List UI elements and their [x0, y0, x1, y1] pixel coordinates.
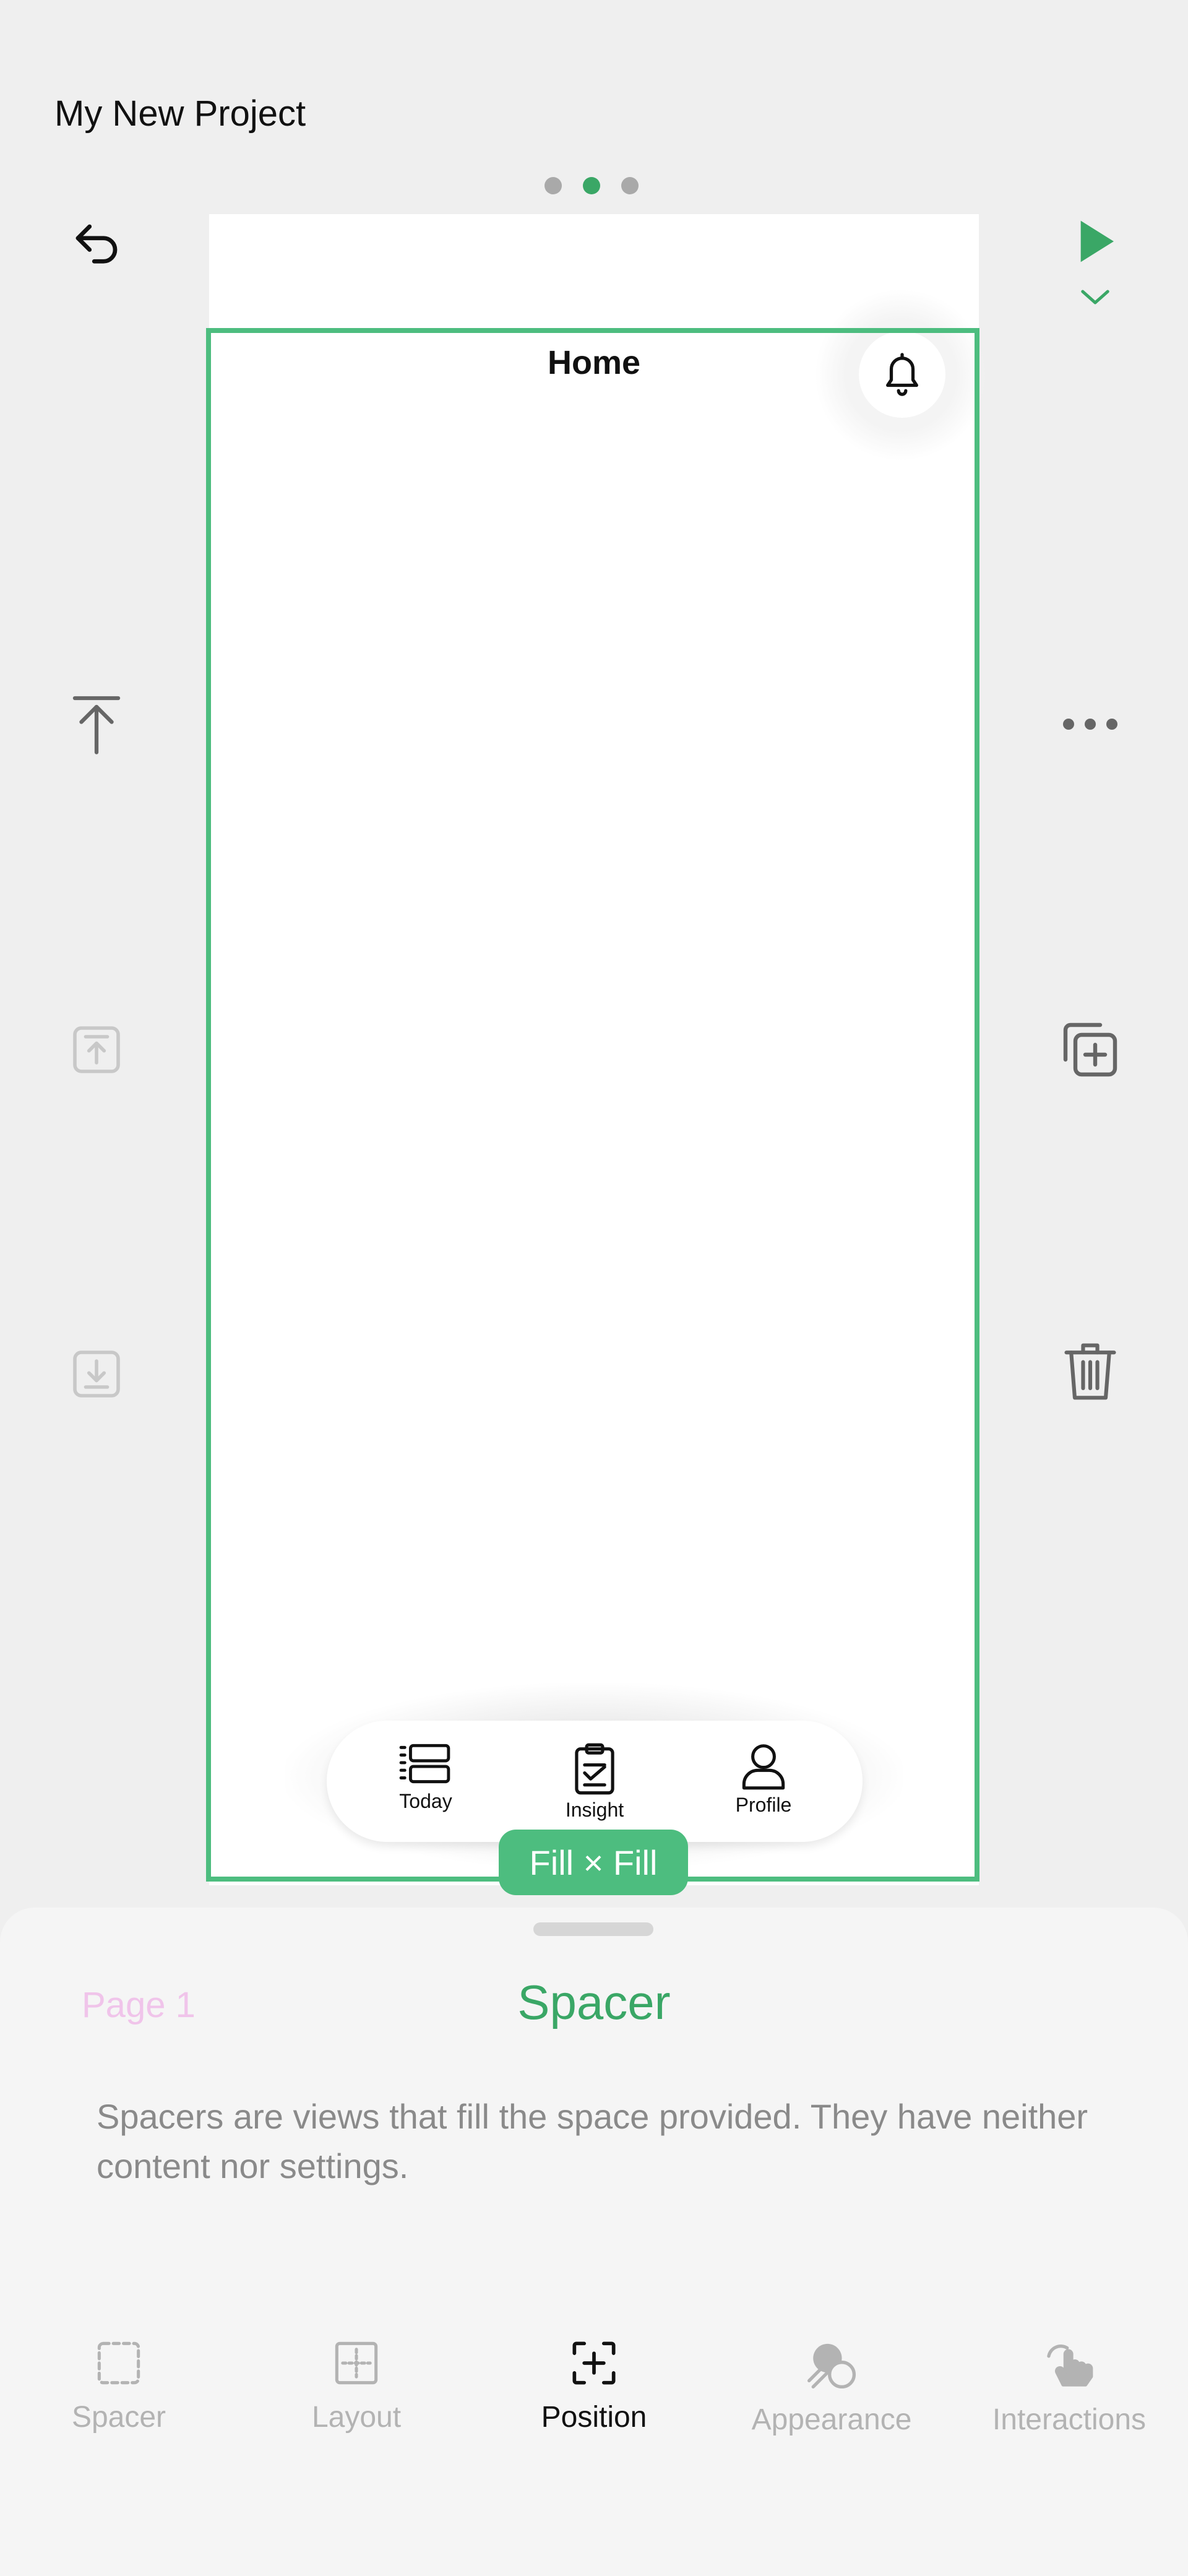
page-dot[interactable]: [621, 177, 639, 194]
play-icon[interactable]: [1064, 210, 1126, 272]
tab-label: Interactions: [992, 2403, 1147, 2436]
page-dot-active[interactable]: [583, 177, 600, 194]
tab-position[interactable]: Position: [475, 2340, 713, 2434]
trash-icon[interactable]: [1053, 1334, 1127, 1409]
tab-label: Layout: [311, 2401, 402, 2434]
tab-spacer[interactable]: Spacer: [0, 2340, 238, 2434]
tab-label: Appearance: [751, 2403, 912, 2436]
layout-icon: [335, 2341, 378, 2385]
tab-appearance[interactable]: Appearance: [713, 2340, 950, 2437]
move-up-icon[interactable]: [59, 1013, 134, 1087]
hand-tap-icon: [1047, 2345, 1093, 2387]
tab-label: Position: [541, 2401, 647, 2434]
selection-outline: [206, 328, 979, 1882]
tab-layout[interactable]: Layout: [238, 2340, 475, 2434]
size-badge[interactable]: Fill × Fill: [499, 1830, 688, 1895]
more-icon[interactable]: [1059, 693, 1121, 755]
sheet-handle[interactable]: [533, 1922, 653, 1936]
page-indicator[interactable]: [544, 177, 639, 194]
undo-icon[interactable]: [59, 208, 134, 282]
position-icon: [572, 2341, 616, 2385]
tab-label: Spacer: [71, 2401, 166, 2434]
duplicate-icon[interactable]: [1053, 1013, 1127, 1087]
page-dot[interactable]: [544, 177, 562, 194]
tab-interactions[interactable]: Interactions: [950, 2340, 1188, 2437]
inspector-tabs: Spacer Layout Position Appearance Intera…: [0, 2340, 1188, 2463]
dashed-square-icon: [97, 2341, 140, 2385]
component-description: Spacers are views that fill the space pr…: [97, 2097, 1088, 2185]
chevron-down-icon[interactable]: [1070, 279, 1120, 316]
project-title: My New Project: [54, 93, 306, 134]
move-to-top-icon[interactable]: [59, 687, 134, 761]
appearance-icon: [807, 2343, 856, 2389]
move-down-icon[interactable]: [59, 1337, 134, 1411]
sheet-title: Spacer: [517, 1975, 671, 2029]
page-link[interactable]: Page 1: [82, 1984, 196, 2026]
